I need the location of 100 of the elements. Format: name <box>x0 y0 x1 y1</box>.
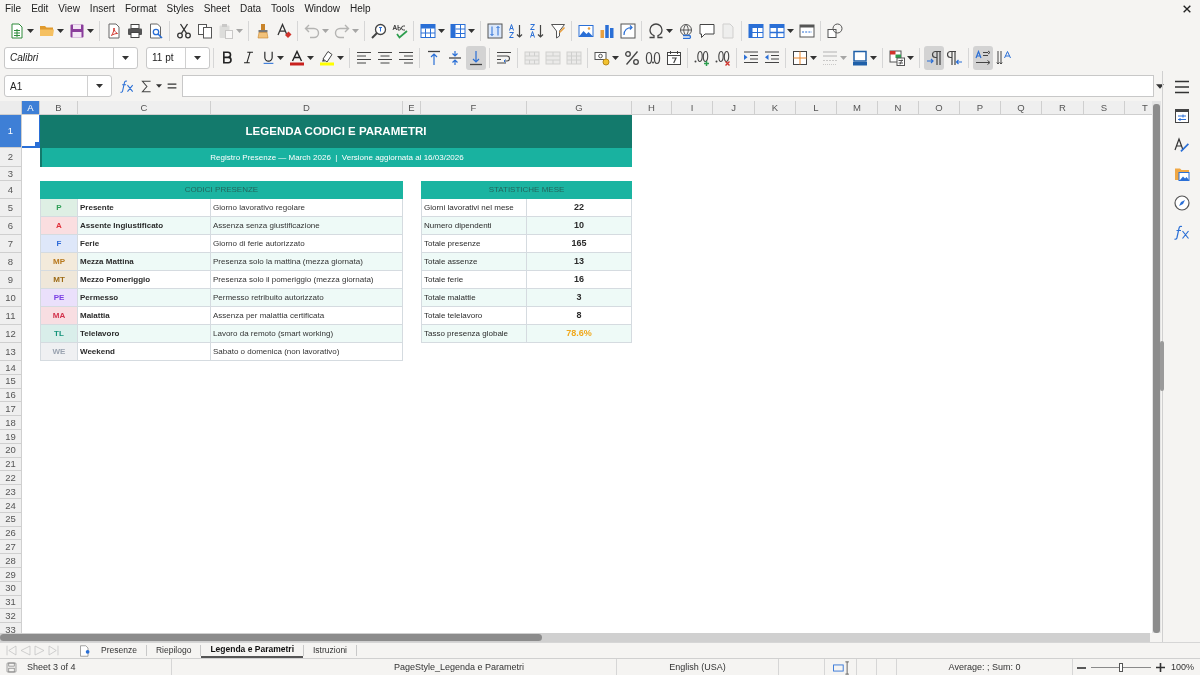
horizontal-scrollbar[interactable] <box>0 633 1150 642</box>
table-cell: Ferie <box>78 235 211 253</box>
column-header[interactable]: A <box>22 101 40 115</box>
font-name-combo[interactable]: Calibri <box>4 46 138 69</box>
column-header[interactable]: T <box>1125 101 1152 115</box>
name-box[interactable]: A1 <box>4 75 112 97</box>
row-header[interactable]: 12 <box>0 325 22 343</box>
clear-formatting-icon <box>275 22 292 39</box>
column-header[interactable]: K <box>755 101 796 115</box>
row-header[interactable]: 7 <box>0 235 22 253</box>
column-header[interactable]: P <box>960 101 1001 115</box>
font-size-combo[interactable]: 11 pt <box>146 46 210 69</box>
row-header[interactable]: 14 <box>0 361 22 375</box>
align-center-icon <box>376 49 393 66</box>
column-header[interactable]: O <box>919 101 960 115</box>
column-header[interactable]: E <box>403 101 421 115</box>
column-header[interactable]: I <box>672 101 713 115</box>
table-cell: Totale assenze <box>421 253 527 271</box>
menu-item[interactable]: Insert <box>84 0 120 17</box>
caret-icon <box>156 84 162 88</box>
column-header[interactable]: L <box>796 101 837 115</box>
menu-item[interactable]: Styles <box>161 0 199 17</box>
sheet-tab[interactable]: Riepilogo <box>146 643 201 658</box>
document-magnifier-icon <box>147 22 164 39</box>
caret-icon <box>467 28 475 33</box>
magnifier-icon <box>370 22 387 39</box>
paragraph-ltr-button[interactable] <box>923 45 944 70</box>
row-header[interactable]: 27 <box>0 540 22 555</box>
sheet-tab[interactable]: Legenda e Parametri <box>201 643 303 658</box>
table-cell: Mezza Mattina <box>78 253 211 271</box>
selection-rectangle-icon <box>831 660 850 675</box>
column-header[interactable]: B <box>40 101 78 115</box>
code-cell: MP <box>40 253 78 271</box>
scrollbar-thumb[interactable] <box>1153 104 1160 633</box>
row-header[interactable]: 22 <box>0 471 22 486</box>
text-horizontal-button[interactable] <box>972 45 993 70</box>
row-header[interactable]: 11 <box>0 307 22 325</box>
column-header[interactable]: N <box>878 101 919 115</box>
menu-item[interactable]: View <box>53 0 85 17</box>
indent-increase-icon <box>742 49 759 66</box>
table-cell: 13 <box>527 253 632 271</box>
column-header[interactable]: C <box>78 101 211 115</box>
column-header[interactable]: G <box>527 101 632 115</box>
row-header[interactable]: 28 <box>0 554 22 568</box>
menu-item[interactable]: Help <box>345 0 376 17</box>
row-header[interactable]: 13 <box>0 343 22 361</box>
row-header[interactable]: 32 <box>0 609 22 624</box>
column-header[interactable]: R <box>1042 101 1084 115</box>
zoom-in-button[interactable] <box>1156 663 1165 672</box>
menu-item[interactable]: Sheet <box>198 0 235 17</box>
column-header[interactable]: S <box>1084 101 1125 115</box>
menu-item[interactable]: Data <box>234 0 267 17</box>
align-top-icon <box>425 49 442 66</box>
row-header[interactable]: 6 <box>0 217 22 235</box>
sidebar-collapse-handle[interactable] <box>1160 341 1164 391</box>
row-header[interactable]: 18 <box>0 416 22 430</box>
column-header[interactable]: Q <box>1001 101 1042 115</box>
table-cell: 16 <box>527 271 632 289</box>
borders-icon <box>791 49 808 66</box>
caret-icon <box>306 55 314 60</box>
menu-item[interactable]: Edit <box>26 0 54 17</box>
row-header[interactable]: 1 <box>0 115 22 148</box>
formula-input-field[interactable] <box>182 75 1154 97</box>
align-bottom-button[interactable] <box>465 45 486 70</box>
sheet-tab[interactable]: Istruzioni <box>304 643 356 658</box>
row-header[interactable]: 10 <box>0 289 22 307</box>
scrollbar-thumb[interactable] <box>0 634 542 641</box>
row-header[interactable]: 2 <box>0 148 22 167</box>
font-color-icon <box>288 49 305 66</box>
vertical-scrollbar[interactable] <box>1152 101 1161 633</box>
column-header[interactable]: F <box>421 101 527 115</box>
table-cell: Permesso <box>78 289 211 307</box>
table-cell: Assenza per malattia certificata <box>211 307 403 325</box>
table-cell: Tasso presenza globale <box>421 325 527 343</box>
table-cell: Giorno di ferie autorizzato <box>211 235 403 253</box>
clipboard-icon <box>217 22 234 39</box>
row-header[interactable]: 3 <box>0 167 22 181</box>
sheet-tab[interactable]: Presenze <box>92 643 146 658</box>
row-header[interactable]: 5 <box>0 199 22 217</box>
close-icon <box>1183 4 1191 13</box>
menu-item[interactable]: Format <box>119 0 162 17</box>
row-header[interactable]: 4 <box>0 181 22 199</box>
column-header[interactable]: D <box>211 101 403 115</box>
menu-item[interactable]: File <box>0 0 27 17</box>
document-icon <box>719 22 736 39</box>
menu-item[interactable]: Window <box>299 0 345 17</box>
sheet-title: LEGENDA CODICI E PARAMETRI <box>40 115 632 148</box>
row-header[interactable]: 17 <box>0 402 22 417</box>
column-header[interactable]: H <box>632 101 672 115</box>
column-header[interactable]: M <box>837 101 878 115</box>
add-sheet-button[interactable] <box>78 643 91 658</box>
row-header[interactable]: 23 <box>0 485 22 499</box>
row-header[interactable]: 9 <box>0 271 22 289</box>
align-left-icon <box>355 49 372 66</box>
column-header[interactable]: J <box>713 101 755 115</box>
table-cell: Totale malattie <box>421 289 527 307</box>
slider-thumb[interactable] <box>1119 663 1123 672</box>
menu-item[interactable]: Tools <box>266 0 300 17</box>
caret-icon <box>351 28 359 33</box>
row-header[interactable]: 8 <box>0 253 22 271</box>
